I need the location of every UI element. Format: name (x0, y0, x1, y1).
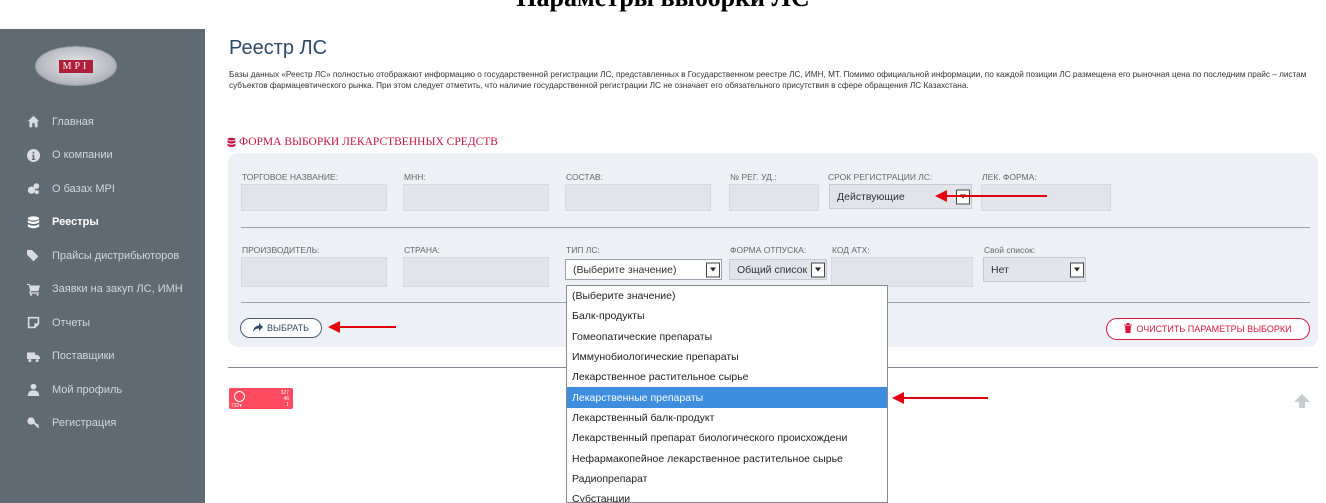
sidebar-item-label: О компании (52, 149, 113, 162)
country-input[interactable] (403, 257, 549, 287)
sidebar-item-label: Прайсы дистрибьюторов (52, 249, 180, 262)
annotation-arrow-select-button (328, 321, 396, 333)
sidebar-item-about-databases[interactable]: О базах MPI (0, 172, 205, 206)
chevron-down-icon[interactable] (811, 262, 825, 277)
trade-name-input[interactable] (241, 184, 387, 211)
annotation-arrow-selected-option (892, 392, 988, 404)
report-icon (25, 316, 42, 329)
release-form-label: ФОРМА ОТПУСКА: (730, 245, 807, 255)
sidebar-item-label: Мой профиль (52, 383, 123, 396)
sidebar-item-distributor-prices[interactable]: Прайсы дистрибьюторов (0, 239, 205, 273)
own-list-value: Нет (991, 263, 1009, 276)
country-label: СТРАНА: (404, 245, 440, 255)
drug-type-label: ТИП ЛС: (566, 245, 600, 255)
clear-params-button[interactable]: ОЧИСТИТЬ ПАРАМЕТРЫ ВЫБОРКИ (1106, 318, 1310, 340)
form-title-label: ФОРМА ВЫБОРКИ ЛЕКАРСТВЕННЫХ СРЕДСТВ (239, 136, 498, 148)
sidebar-item-about[interactable]: О компании (0, 139, 205, 173)
sidebar-item-label: Реестры (52, 216, 99, 229)
dropdown-option[interactable]: Лекарственный препарат биологического пр… (567, 428, 887, 448)
drug-type-value: (Выберите значение) (573, 263, 677, 276)
dropdown-option[interactable]: Лекарственный балк-продукт (567, 408, 887, 428)
own-list-label: Свой список: (984, 245, 1036, 255)
inn-label: МНН: (404, 172, 426, 182)
inn-input[interactable] (403, 184, 549, 211)
reg-period-label: СРОК РЕГИСТРАЦИИ ЛС: (828, 172, 933, 182)
dropdown-option[interactable]: Радиопрепарат (567, 469, 887, 489)
chevron-down-icon[interactable] (1070, 262, 1084, 277)
drug-type-select[interactable]: (Выберите значение) (565, 259, 722, 280)
drug-type-dropdown-list[interactable]: (Выберите значение) Балк-продукты Гомеоп… (566, 285, 888, 503)
dropdown-option-selected[interactable]: Лекарственные препараты (567, 387, 887, 408)
document-heading: Параметры выборки ЛС (0, 0, 1326, 13)
manufacturer-input[interactable] (241, 257, 387, 287)
cart-icon (25, 283, 42, 296)
trash-icon (1124, 323, 1133, 335)
select-button[interactable]: ВЫБРАТЬ (240, 318, 322, 338)
reg-number-label: № РЕГ. УД.: (730, 172, 777, 182)
composition-label: СОСТАВ: (566, 172, 604, 182)
dropdown-option[interactable]: Нефармакопейное лекарственное растительн… (567, 448, 887, 468)
key-icon (25, 417, 42, 430)
sidebar-item-purchase-requests[interactable]: Заявки на закуп ЛС, ИМН (0, 273, 205, 307)
release-form-value: Общий список (737, 263, 808, 276)
database-icon (227, 137, 236, 147)
manufacturer-label: ПРОИЗВОДИТЕЛЬ: (242, 245, 320, 255)
sidebar-item-label: Регистрация (52, 417, 117, 430)
sidebar-item-label: Поставщики (52, 350, 115, 363)
dosage-form-input[interactable] (981, 184, 1111, 211)
release-form-select[interactable]: Общий список (729, 259, 827, 280)
user-icon (25, 383, 42, 397)
database-icon (25, 216, 42, 229)
page-title: Реестр ЛС (229, 37, 328, 59)
reg-period-value: Действующие (837, 190, 905, 203)
sidebar-item-suppliers[interactable]: Поставщики (0, 340, 205, 374)
sidebar-item-registries[interactable]: Реестры (0, 206, 205, 240)
home-icon (25, 115, 42, 128)
logo[interactable]: MPI (35, 46, 117, 86)
own-list-select[interactable]: Нет (983, 257, 1086, 282)
sidebar-item-label: Отчеты (52, 316, 91, 329)
row-divider (241, 227, 1310, 228)
dosage-form-label: ЛЕК. ФОРМА: (982, 172, 1037, 182)
sidebar-item-registration[interactable]: Регистрация (0, 407, 205, 441)
atc-code-input[interactable] (831, 257, 973, 287)
atc-code-label: КОД АТХ: (832, 245, 870, 255)
sidebar-item-reports[interactable]: Отчеты (0, 306, 205, 340)
dropdown-option[interactable]: Субстанции (567, 489, 887, 502)
composition-input[interactable] (565, 184, 711, 211)
dropdown-option[interactable]: (Выберите значение) (567, 286, 887, 306)
dropdown-option[interactable]: Гомеопатические препараты (567, 327, 887, 347)
share-arrow-icon (253, 322, 263, 334)
trade-name-label: ТОРГОВОЕ НАЗВАНИЕ: (242, 172, 339, 182)
logo-text: MPI (58, 59, 94, 73)
counter-low: 1 (286, 402, 289, 408)
intro-text: Базы данных «Реестр ЛС» полностью отобра… (229, 70, 1307, 90)
counter-ring-icon (234, 391, 245, 402)
dropdown-option[interactable]: Иммунобиологические препараты (567, 347, 887, 367)
sidebar-nav: Главная О компании О базах MPI Реестры П… (0, 105, 205, 440)
sidebar-item-my-profile[interactable]: Мой профиль (0, 373, 205, 407)
counter-left: 732▾ (231, 403, 242, 409)
tags-icon (25, 249, 42, 262)
reg-number-input[interactable] (729, 184, 819, 211)
sidebar-item-label: О базах MPI (52, 182, 115, 195)
cogs-icon (25, 182, 42, 195)
scroll-to-top-icon[interactable] (1294, 394, 1310, 408)
dropdown-option[interactable]: Балк-продукты (567, 306, 887, 326)
info-icon (25, 148, 42, 162)
chevron-down-icon[interactable] (706, 262, 720, 277)
form-title: ФОРМА ВЫБОРКИ ЛЕКАРСТВЕННЫХ СРЕДСТВ (227, 136, 498, 148)
sidebar-item-label: Главная (52, 115, 94, 128)
select-button-label: ВЫБРАТЬ (267, 323, 309, 333)
sidebar: MPI Главная О компании О базах MPI Реест… (0, 29, 205, 503)
clear-params-label: ОЧИСТИТЬ ПАРАМЕТРЫ ВЫБОРКИ (1136, 324, 1292, 334)
sidebar-item-home[interactable]: Главная (0, 105, 205, 139)
annotation-arrow-reg-period (935, 190, 1047, 202)
visit-counter-badge[interactable]: 732▾ 327 46 1 (229, 388, 293, 409)
dropdown-option[interactable]: Лекарственное растительное сырье (567, 367, 887, 387)
sidebar-item-label: Заявки на закуп ЛС, ИМН (52, 283, 183, 296)
truck-icon (25, 350, 42, 363)
